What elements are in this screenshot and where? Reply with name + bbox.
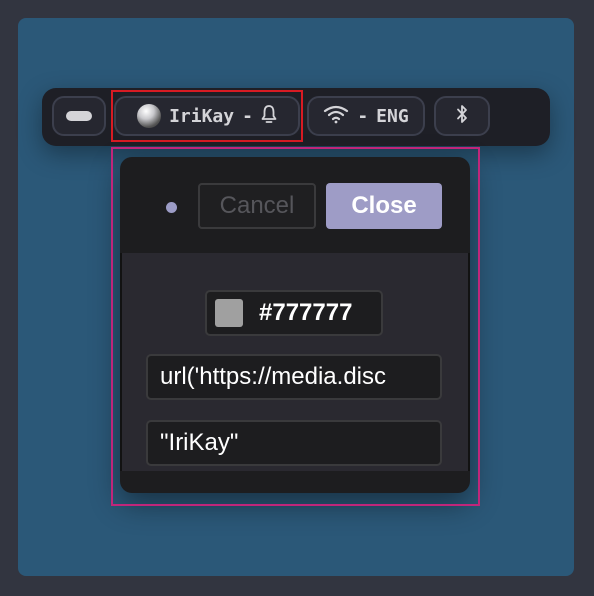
network-separator: - (357, 105, 369, 127)
language-label: ENG (376, 105, 409, 127)
workspace-indicator[interactable] (52, 96, 106, 136)
network-module[interactable]: - ENG (307, 96, 425, 136)
bluetooth-module[interactable] (434, 96, 490, 136)
user-module-highlight (111, 90, 303, 142)
popup-highlight (111, 147, 480, 506)
workspace-dash-icon (66, 111, 92, 121)
wifi-icon (323, 104, 349, 129)
bluetooth-icon (455, 104, 469, 129)
